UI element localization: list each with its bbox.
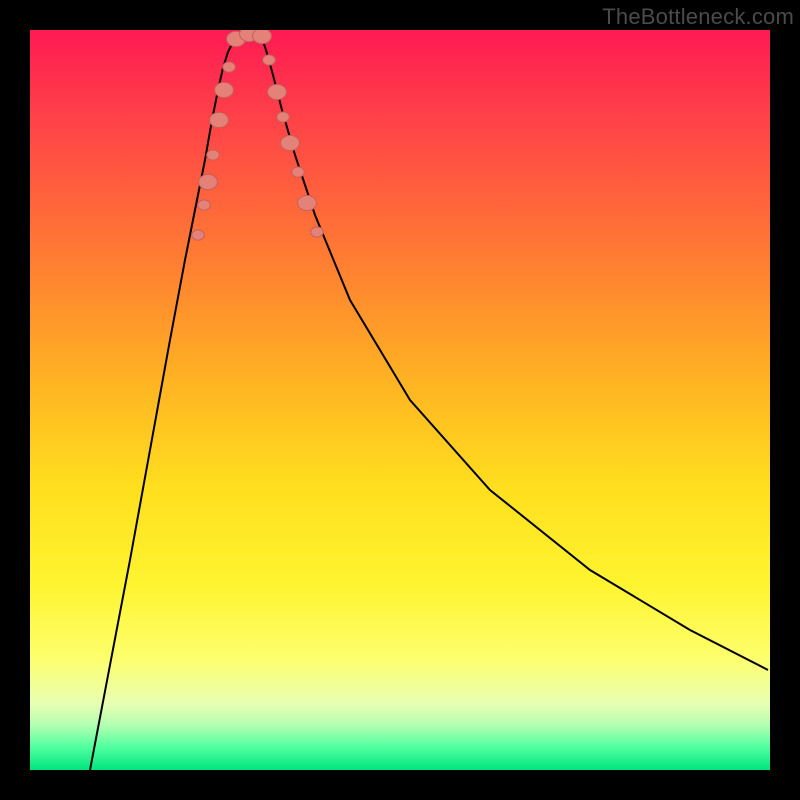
data-marker [207,150,220,160]
data-marker [215,82,234,97]
plot-area [30,30,770,770]
marker-layer [192,30,324,240]
data-marker [277,112,290,122]
data-marker [192,230,205,240]
data-marker [253,30,272,44]
data-marker [281,135,300,150]
data-marker [263,55,276,65]
data-marker [210,112,229,127]
watermark-text: TheBottleneck.com [602,4,794,30]
right-curve [260,32,768,670]
data-marker [292,167,305,177]
data-marker [198,200,211,210]
data-marker [311,227,324,237]
chart-svg [30,30,770,770]
data-marker [298,195,317,210]
data-marker [223,62,236,72]
left-curve [90,32,240,770]
data-marker [199,174,218,189]
data-marker [268,84,287,99]
outer-frame: TheBottleneck.com [0,0,800,800]
